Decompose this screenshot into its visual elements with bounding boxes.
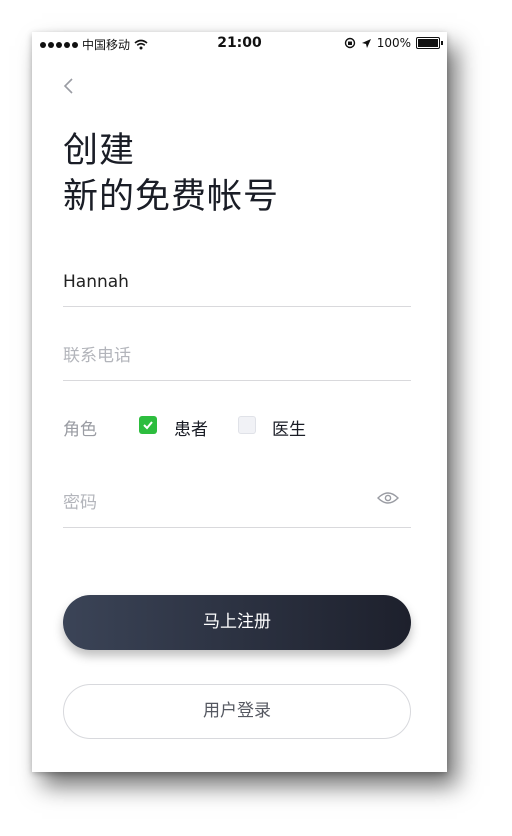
doctor-checkbox[interactable] [238,416,256,434]
password-field [63,481,411,528]
battery-icon [416,37,443,49]
password-input[interactable] [63,491,363,515]
phone-field [63,334,411,381]
checkmark-icon [143,421,153,430]
role-label: 角色 [63,420,97,440]
role-selector: 角色 患者 医生 [63,412,411,442]
phone-input[interactable] [63,344,363,368]
name-field [63,260,411,307]
patient-option-label[interactable]: 患者 [174,415,208,440]
page-title: 创建 新的免费帐号 [63,128,279,220]
orientation-lock-icon [344,37,355,49]
patient-checkbox[interactable] [139,416,157,434]
phone-screen: 中国移动 21:00 100% 创建 新的免费帐号 Hannah 联系电话 角色… [32,32,447,772]
show-password-eye-icon[interactable] [377,491,399,505]
title-line-2: 新的免费帐号 [63,177,280,217]
login-button[interactable]: 用户登录 [63,684,411,739]
back-chevron-icon[interactable] [60,76,80,96]
doctor-option-label[interactable]: 医生 [272,415,306,440]
status-bar: 中国移动 21:00 100% [32,32,447,56]
title-line-1: 创建 [63,131,136,171]
status-right: 100% [344,36,443,50]
battery-percent: 100% [376,36,411,50]
location-arrow-icon [361,38,371,48]
name-input[interactable] [63,270,363,294]
register-button[interactable]: 马上注册 [63,595,411,650]
